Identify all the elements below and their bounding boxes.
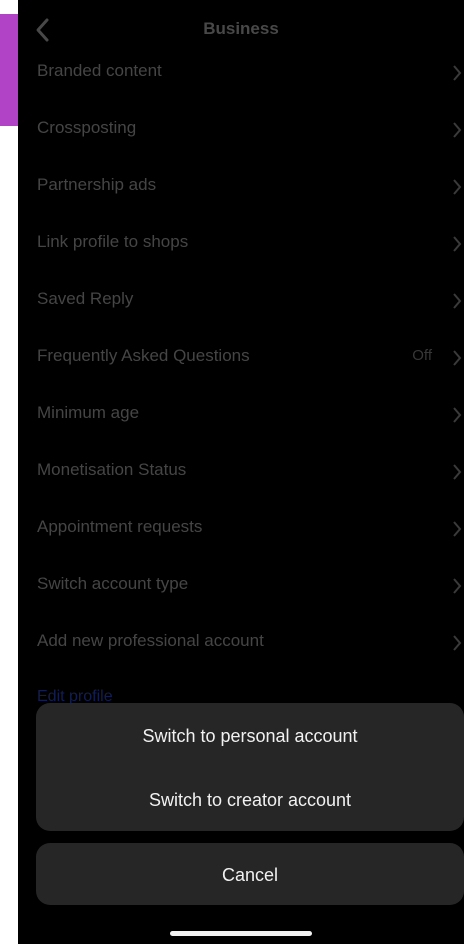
cancel-button[interactable]: Cancel <box>36 865 464 886</box>
side-accent-strip <box>0 14 18 126</box>
switch-to-creator-button[interactable]: Switch to creator account <box>36 790 464 811</box>
phone-screen: Business Branded content Crossposting Pa… <box>18 0 464 944</box>
action-sheet-cancel: Cancel <box>36 843 464 905</box>
switch-to-personal-button[interactable]: Switch to personal account <box>36 726 464 747</box>
home-indicator <box>170 931 312 936</box>
action-sheet-options: Switch to personal account Switch to cre… <box>36 703 464 831</box>
